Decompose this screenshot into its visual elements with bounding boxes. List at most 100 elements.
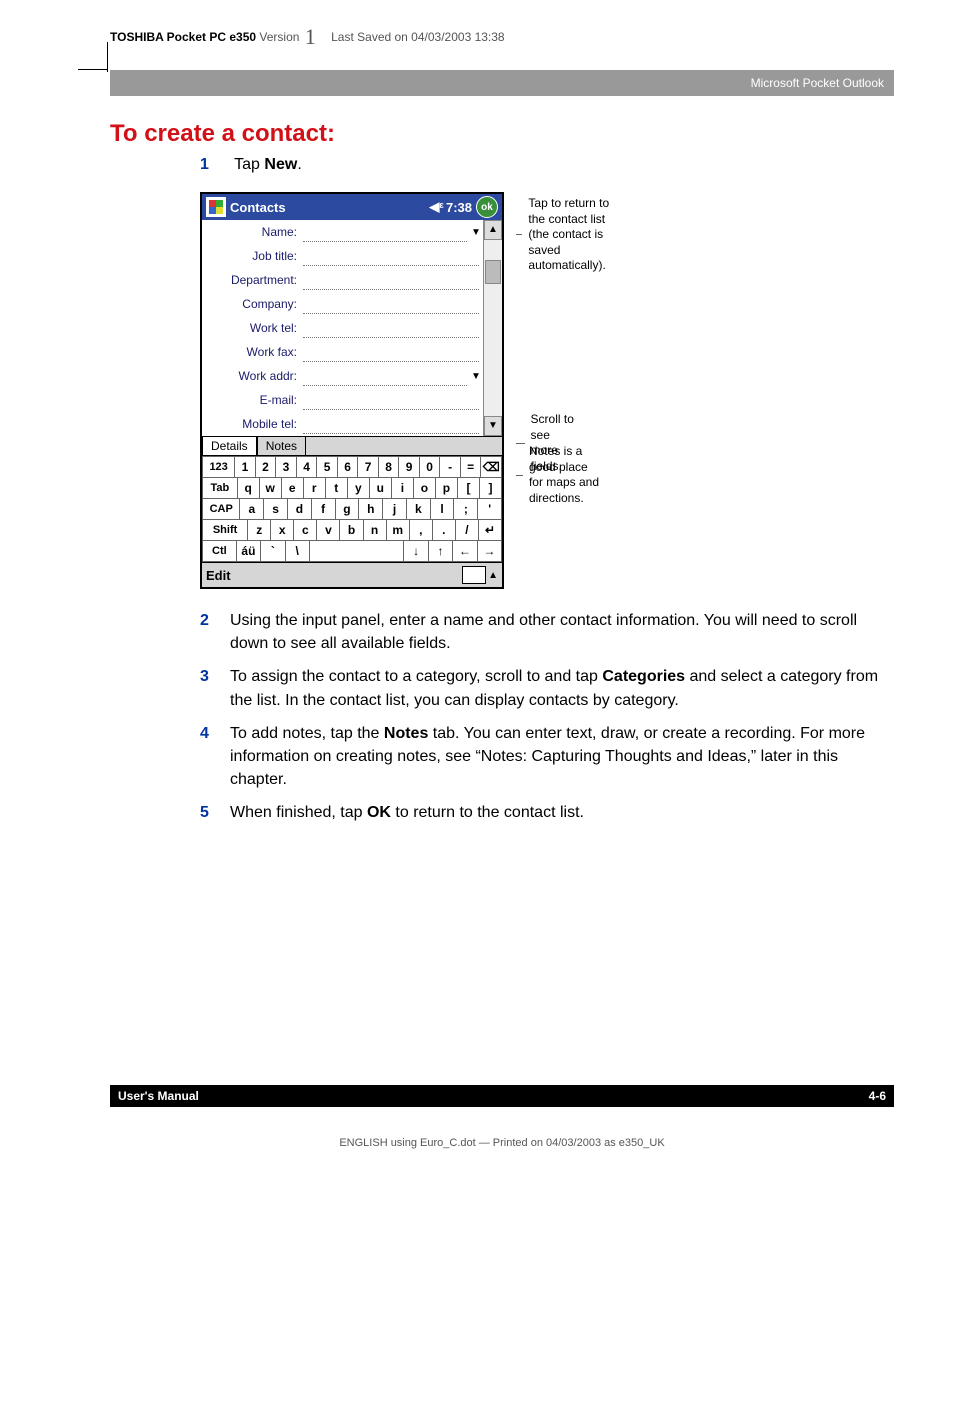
tab-details[interactable]: Details [202,437,257,456]
key-t[interactable]: t [326,478,348,499]
key-l[interactable]: l [431,499,455,520]
tab-notes[interactable]: Notes [257,437,306,456]
key-quote[interactable]: ' [478,499,502,520]
input-mobiletel[interactable] [303,415,479,434]
input-jobtitle[interactable] [303,247,479,266]
dropdown-workaddr[interactable]: ▼ [471,371,483,382]
label-company: Company: [202,297,303,311]
print-info: ENGLISH using Euro_C.dot — Printed on 04… [110,1137,894,1149]
key-n[interactable]: n [364,520,387,541]
key-o[interactable]: o [414,478,436,499]
key-r[interactable]: r [304,478,326,499]
label-jobtitle: Job title: [202,249,303,263]
input-email[interactable] [303,391,479,410]
key-c[interactable]: c [294,520,317,541]
key-backslash[interactable]: \ [286,541,310,562]
key-7[interactable]: 7 [358,457,379,478]
callout-notes: Notes is a good place for maps and direc… [529,444,601,506]
key-a[interactable]: a [240,499,264,520]
label-mobiletel: Mobile tel: [202,417,303,431]
key-ctl[interactable]: Ctl [202,541,237,562]
key-123[interactable]: 123 [202,457,235,478]
key-u[interactable]: u [370,478,392,499]
ppc-bottombar: Edit ▲ [202,562,502,587]
key-comma[interactable]: , [410,520,433,541]
key-3[interactable]: 3 [276,457,297,478]
key-space[interactable] [310,541,405,562]
figure-row: Contacts ◀ᵋ 7:38 ok Name:▼ Job title: De… [200,192,894,589]
key-p[interactable]: p [436,478,458,499]
input-name[interactable] [303,223,467,242]
input-department[interactable] [303,271,479,290]
scroll-down-button[interactable]: ▼ [484,416,502,436]
key-f[interactable]: f [312,499,336,520]
scrollbar-thumb[interactable] [485,260,501,284]
key-down[interactable]: ↓ [404,541,428,562]
key-9[interactable]: 9 [399,457,420,478]
key-backspace[interactable]: ⌫ [481,457,502,478]
key-4[interactable]: 4 [297,457,318,478]
key-semicolon[interactable]: ; [454,499,478,520]
key-rbracket[interactable]: ] [480,478,502,499]
key-5[interactable]: 5 [317,457,338,478]
key-8[interactable]: 8 [379,457,400,478]
dropdown-name[interactable]: ▼ [471,227,483,238]
key-minus[interactable]: - [440,457,461,478]
key-backtick[interactable]: ` [261,541,285,562]
section-band: Microsoft Pocket Outlook [110,70,894,96]
key-e[interactable]: e [282,478,304,499]
key-h[interactable]: h [359,499,383,520]
clock-time: 7:38 [446,200,472,215]
key-i[interactable]: i [392,478,414,499]
key-w[interactable]: w [260,478,282,499]
key-q[interactable]: q [238,478,260,499]
key-v[interactable]: v [317,520,340,541]
speaker-icon[interactable]: ◀ᵋ [429,199,444,215]
label-workaddr: Work addr: [202,369,303,383]
start-icon[interactable] [206,197,226,217]
key-y[interactable]: y [348,478,370,499]
key-k[interactable]: k [407,499,431,520]
key-b[interactable]: b [340,520,363,541]
key-right[interactable]: → [478,541,502,562]
input-worktel[interactable] [303,319,479,338]
key-1[interactable]: 1 [235,457,256,478]
input-workaddr[interactable] [303,367,467,386]
input-workfax[interactable] [303,343,479,362]
edit-menu[interactable]: Edit [206,568,231,583]
keyboard-icon[interactable] [462,566,486,584]
key-cap[interactable]: CAP [202,499,240,520]
key-m[interactable]: m [387,520,410,541]
key-z[interactable]: z [248,520,271,541]
key-0[interactable]: 0 [420,457,441,478]
key-s[interactable]: s [264,499,288,520]
ok-button[interactable]: ok [476,196,498,218]
key-period[interactable]: . [433,520,456,541]
key-d[interactable]: d [288,499,312,520]
key-x[interactable]: x [271,520,294,541]
saved-stamp: Last Saved on 04/03/2003 13:38 [331,30,504,44]
sip-toggle-icon[interactable]: ▲ [488,570,498,581]
key-lbracket[interactable]: [ [458,478,480,499]
footer-left: User's Manual [118,1089,199,1103]
key-equals[interactable]: = [461,457,482,478]
key-slash[interactable]: / [456,520,479,541]
key-j[interactable]: j [383,499,407,520]
key-left[interactable]: ← [453,541,477,562]
app-title: Contacts [230,200,286,215]
vertical-scrollbar[interactable]: ▲ ▼ [483,220,502,436]
key-up[interactable]: ↑ [429,541,453,562]
key-g[interactable]: g [336,499,360,520]
step-2-number: 2 [200,609,216,655]
section-title: To create a contact: [110,120,894,148]
key-2[interactable]: 2 [256,457,277,478]
key-tab[interactable]: Tab [202,478,238,499]
key-shift[interactable]: Shift [202,520,248,541]
step-5-number: 5 [200,801,216,824]
label-email: E-mail: [202,393,303,407]
key-au[interactable]: áü [237,541,261,562]
scroll-up-button[interactable]: ▲ [484,220,502,240]
input-company[interactable] [303,295,479,314]
key-enter[interactable]: ↵ [479,520,502,541]
key-6[interactable]: 6 [338,457,359,478]
